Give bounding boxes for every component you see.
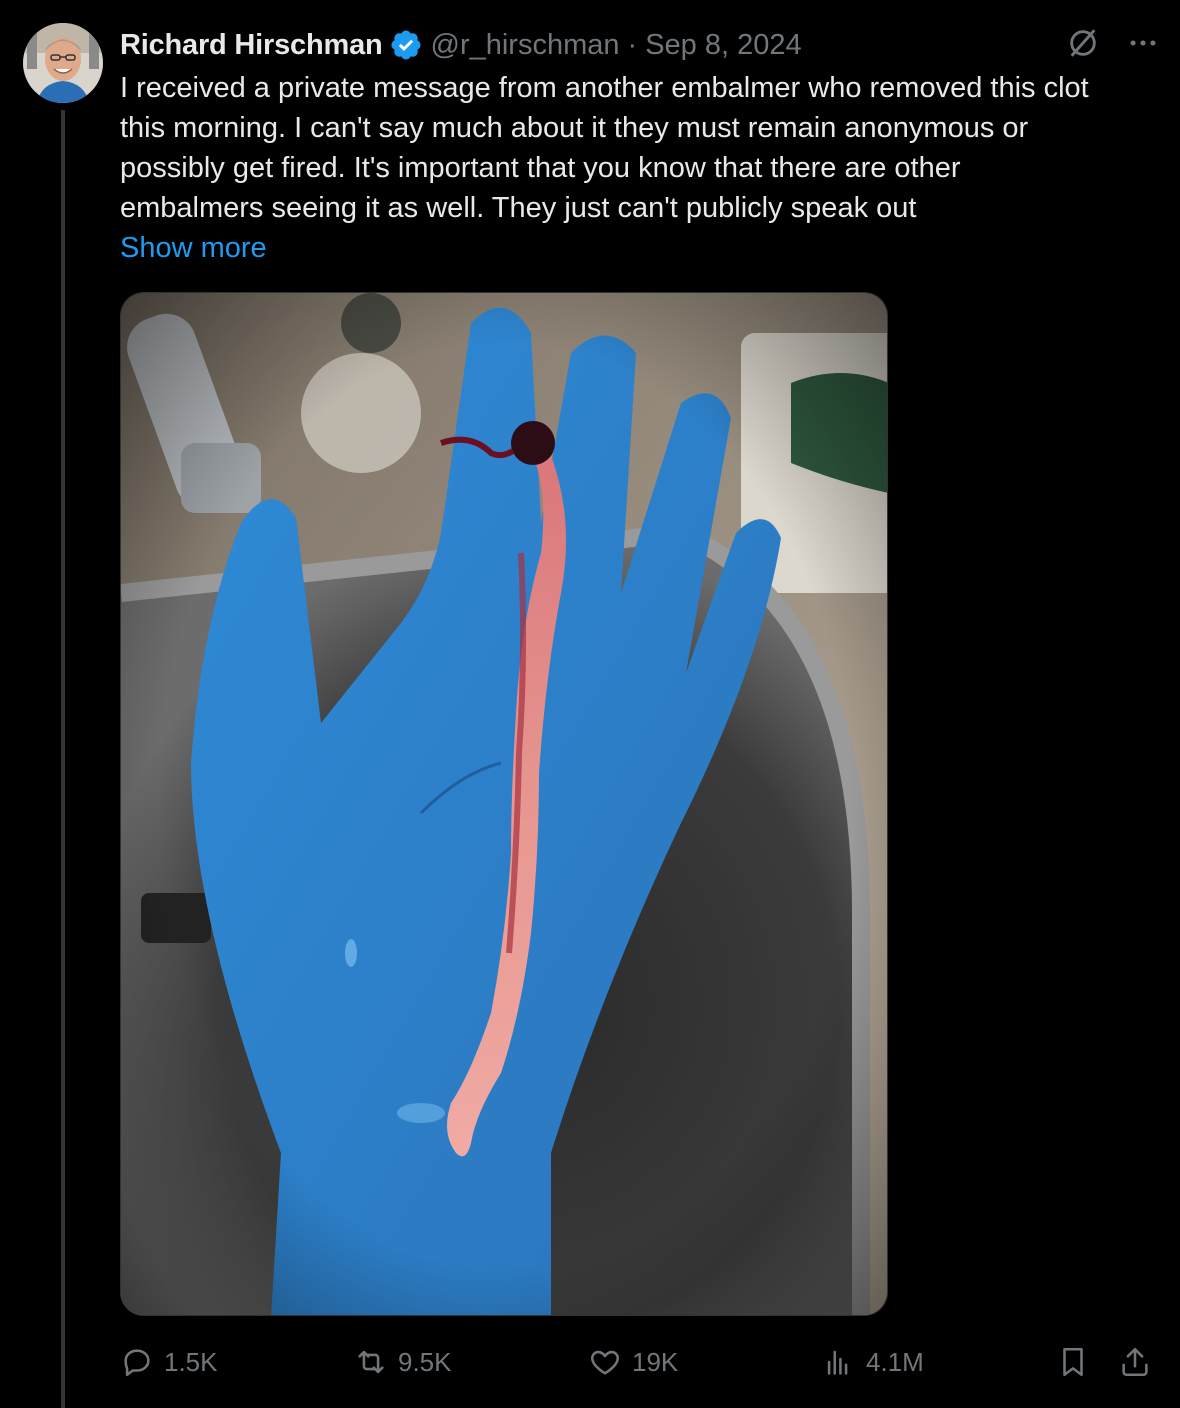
view-count: 4.1M: [866, 1346, 924, 1377]
post-text: I received a private message from anothe…: [120, 68, 1160, 228]
separator: ·: [627, 28, 638, 61]
post-date[interactable]: Sep 8, 2024: [645, 29, 801, 62]
author-name[interactable]: Richard Hirschman: [120, 29, 383, 62]
grok-icon[interactable]: [1066, 26, 1100, 60]
action-bar: 1.5K 9.5K 19K 4.1M: [0, 1338, 1180, 1386]
repost-button[interactable]: 9.5K: [354, 1338, 452, 1386]
post-text-line: I received a private message from anothe…: [120, 72, 1089, 104]
avatar[interactable]: [23, 23, 103, 103]
heart-icon: [591, 1350, 619, 1375]
repost-count: 9.5K: [398, 1346, 452, 1377]
analytics-icon: [827, 1350, 848, 1375]
thread-line: [61, 110, 65, 1408]
bookmark-button[interactable]: [1056, 1338, 1090, 1386]
repost-icon: [358, 1350, 384, 1374]
reply-icon: [124, 1349, 150, 1377]
verified-badge-icon[interactable]: [389, 28, 423, 62]
post-text-line: possibly get fired. It's important that …: [120, 152, 961, 184]
post-header: Richard Hirschman @r_hirschman · Sep 8, …: [120, 26, 802, 64]
tweet[interactable]: Richard Hirschman @r_hirschman · Sep 8, …: [0, 0, 1180, 1408]
show-more-link[interactable]: Show more: [120, 228, 267, 268]
photo-blue-glove-icon: [121, 293, 887, 1315]
reply-count: 1.5K: [164, 1346, 218, 1377]
post-text-line: embalmers seeing it as well. They just c…: [120, 192, 917, 224]
post-media-photo[interactable]: [120, 292, 888, 1316]
avatar-photo-icon: [23, 23, 103, 103]
share-icon: [1122, 1347, 1148, 1377]
like-count: 19K: [632, 1346, 679, 1377]
bookmark-icon: [1063, 1347, 1083, 1377]
author-handle[interactable]: @r_hirschman: [431, 29, 620, 62]
reply-button[interactable]: 1.5K: [120, 1338, 218, 1386]
views-button[interactable]: 4.1M: [822, 1338, 924, 1386]
like-button[interactable]: 19K: [588, 1338, 678, 1386]
top-icons: [1066, 26, 1160, 60]
more-options-icon[interactable]: [1126, 26, 1160, 60]
share-button[interactable]: [1118, 1338, 1152, 1386]
post-text-line: this morning. I can't say much about it …: [120, 112, 1029, 144]
